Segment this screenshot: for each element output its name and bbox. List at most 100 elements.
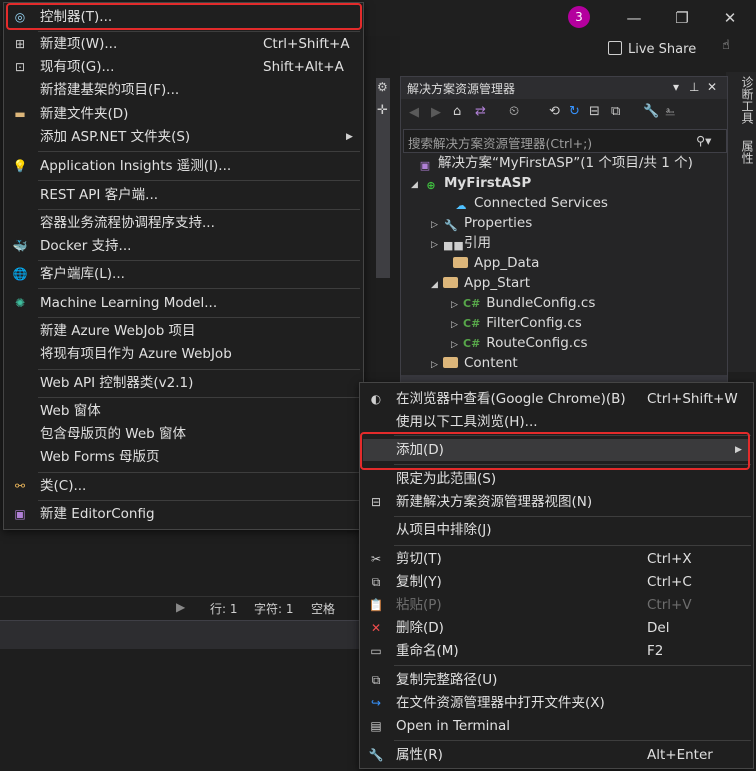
tree-filterconfig[interactable]: ▷ C# FilterConfig.cs xyxy=(451,313,582,333)
rename-icon: ▭ xyxy=(370,644,382,658)
pending-changes-icon[interactable]: ⏲ xyxy=(509,104,519,119)
switch-views-icon[interactable]: ⇄ xyxy=(475,104,486,119)
menu-item-new-folder[interactable]: ▬ 新建文件夹(D) xyxy=(4,103,363,125)
docker-icon: 🐳 xyxy=(12,239,28,253)
new-folder-icon: ▬ xyxy=(14,107,26,121)
menu-item-ml-model[interactable]: ✺ Machine Learning Model... xyxy=(4,292,363,314)
menu-item-open-folder[interactable]: ↪ 在文件资源管理器中打开文件夹(X) xyxy=(360,692,753,714)
collapse-all-icon[interactable]: ⊟ xyxy=(589,104,600,119)
forward-icon[interactable]: ▶ xyxy=(431,105,441,120)
scroll-left-icon[interactable]: ▶ xyxy=(176,600,185,614)
menu-item-existing-webjob[interactable]: 将现有项目作为 Azure WebJob xyxy=(4,343,363,365)
wrench-icon: 🔧 xyxy=(368,748,384,762)
tree-solution[interactable]: ▣ 解决方案“MyFirstASP”(1 个项目/共 1 个) xyxy=(417,153,693,173)
menu-item-view-in-browser[interactable]: ◐ 在浏览器中查看(Google Chrome)(B) Ctrl+Shift+W xyxy=(360,388,753,410)
menu-item-add[interactable]: 添加(D) ▶ xyxy=(363,439,749,461)
home-icon[interactable]: ⌂ xyxy=(453,104,461,119)
split-icon[interactable]: ✛ xyxy=(377,103,388,118)
separator xyxy=(394,665,751,666)
tree-routeconfig[interactable]: ▷ C# RouteConfig.cs xyxy=(451,333,588,353)
menu-item-editorconfig[interactable]: ▣ 新建 EditorConfig xyxy=(4,503,363,525)
menu-item-cut[interactable]: ✂ 剪切(T) Ctrl+X xyxy=(360,548,753,570)
collapsed-arrow-icon[interactable]: ▷ xyxy=(431,355,443,375)
solution-explorer: 解决方案资源管理器 ▾ ⊥ ✕ ◀ ▶ ⌂ ⇄ ⏲ ⟲ ↻ ⊟ ⧉ 🔧 ⎁ 搜索… xyxy=(400,76,728,388)
wrench-icon: 🔧 xyxy=(444,219,458,232)
solution-search-input[interactable]: 搜索解决方案资源管理器(Ctrl+;) ⚲▾ xyxy=(403,129,727,153)
tree-content[interactable]: ▷ Content xyxy=(431,353,518,373)
close-panel-icon[interactable]: ✕ xyxy=(707,80,717,94)
settings-icon[interactable]: ⚙ xyxy=(377,80,388,94)
menu-item-docker[interactable]: 🐳 Docker 支持... xyxy=(4,235,363,257)
tree-references[interactable]: ▷ ■■引用 xyxy=(431,233,491,253)
menu-item-scope[interactable]: 限定为此范围(S) xyxy=(360,468,753,490)
menu-item-controller[interactable]: ◎ 控制器(T)... xyxy=(4,6,363,28)
menu-item-webform[interactable]: Web 窗体 xyxy=(4,400,363,422)
sync-icon[interactable]: ⟲ xyxy=(549,104,560,119)
live-share-button[interactable]: Live Share xyxy=(608,41,696,59)
menu-item-app-insights[interactable]: 💡 Application Insights 遥测(I)... xyxy=(4,155,363,177)
csharp-file-icon: C# xyxy=(463,337,481,350)
scissors-icon: ✂ xyxy=(370,552,382,566)
browser-icon: ◐ xyxy=(370,392,382,406)
menu-item-container[interactable]: 容器业务流程协调程序支持... xyxy=(4,212,363,234)
minimize-icon[interactable]: — xyxy=(624,8,644,28)
menu-item-new-view[interactable]: ⊟ 新建解决方案资源管理器视图(N) xyxy=(360,491,753,513)
menu-item-client-lib[interactable]: 🌐 客户端库(L)... xyxy=(4,263,363,285)
tree-connected-services[interactable]: ☁ Connected Services xyxy=(453,193,608,213)
back-icon[interactable]: ◀ xyxy=(409,105,419,120)
notification-badge[interactable]: 3 xyxy=(568,6,590,28)
properties-wrench-icon[interactable]: 🔧 xyxy=(643,104,659,119)
menu-item-copy[interactable]: ⧉ 复制(Y) Ctrl+C xyxy=(360,571,753,593)
tree-properties[interactable]: ▷ 🔧 Properties xyxy=(431,213,532,233)
menu-item-aspnet-folder[interactable]: 添加 ASP.NET 文件夹(S) ▶ xyxy=(4,126,363,148)
menu-item-new-webjob[interactable]: 新建 Azure WebJob 项目 xyxy=(4,320,363,342)
client-library-icon: 🌐 xyxy=(12,267,28,281)
dropdown-icon[interactable]: ▾ xyxy=(673,80,679,94)
menu-item-properties[interactable]: 🔧 属性(R) Alt+Enter xyxy=(360,744,753,766)
show-all-files-icon[interactable]: ⧉ xyxy=(611,104,620,119)
menu-item-webform-master[interactable]: 包含母版页的 Web 窗体 xyxy=(4,423,363,445)
menu-item-rename[interactable]: ▭ 重命名(M) F2 xyxy=(360,640,753,662)
expanded-arrow-icon[interactable]: ◢ xyxy=(431,275,443,295)
menu-item-open-terminal[interactable]: ▤ Open in Terminal xyxy=(360,715,753,737)
menu-item-class[interactable]: ⚯ 类(C)... xyxy=(4,475,363,497)
tab-diagnostics[interactable]: 诊断工具 xyxy=(726,72,756,128)
separator xyxy=(38,151,360,152)
feedback-icon[interactable]: ☝ xyxy=(722,38,742,58)
tree-app-start[interactable]: ◢ App_Start xyxy=(431,273,530,293)
tree-bundleconfig[interactable]: ▷ C# BundleConfig.cs xyxy=(451,293,595,313)
collapsed-arrow-icon[interactable]: ▷ xyxy=(451,295,463,315)
spaces-indicator[interactable]: 空格 xyxy=(311,600,335,617)
menu-item-scaffold[interactable]: 新搭建基架的项目(F)... xyxy=(4,79,363,101)
search-icon[interactable]: ⚲▾ xyxy=(696,133,711,148)
solution-icon: ▣ xyxy=(419,159,431,172)
menu-item-new-item[interactable]: ⊞ 新建项(W)... Ctrl+Shift+A xyxy=(4,33,363,55)
menu-item-copy-path[interactable]: ⧉ 复制完整路径(U) xyxy=(360,669,753,691)
collapsed-arrow-icon[interactable]: ▷ xyxy=(451,335,463,355)
menu-item-browse-with[interactable]: 使用以下工具浏览(H)... xyxy=(360,411,753,433)
menu-item-rest-client[interactable]: REST API 客户端... xyxy=(4,184,363,206)
collapsed-arrow-icon[interactable]: ▷ xyxy=(431,235,443,255)
tab-properties[interactable]: 属性 xyxy=(726,136,756,168)
close-icon[interactable]: ✕ xyxy=(720,8,740,28)
collapsed-arrow-icon[interactable]: ▷ xyxy=(431,215,443,235)
collapsed-arrow-icon[interactable]: ▷ xyxy=(451,315,463,335)
preview-icon[interactable]: ⎁ xyxy=(665,104,675,119)
tree-project[interactable]: ◢ ⊕ MyFirstASP xyxy=(411,173,531,193)
menu-item-existing-item[interactable]: ⊡ 现有项(G)... Shift+Alt+A xyxy=(4,56,363,78)
pin-icon[interactable]: ⊥ xyxy=(689,80,699,94)
menu-item-master-page[interactable]: Web Forms 母版页 xyxy=(4,446,363,468)
separator xyxy=(38,500,360,501)
menu-item-webapi[interactable]: Web API 控制器类(v2.1) xyxy=(4,372,363,394)
menu-item-exclude[interactable]: 从项目中排除(J) xyxy=(360,519,753,541)
restore-icon[interactable]: ❐ xyxy=(672,8,692,28)
col-indicator[interactable]: 字符: 1 xyxy=(254,600,294,617)
editorconfig-icon: ▣ xyxy=(14,507,26,521)
expanded-arrow-icon[interactable]: ◢ xyxy=(411,175,423,195)
menu-item-delete[interactable]: ✕ 删除(D) Del xyxy=(360,617,753,639)
separator xyxy=(38,317,360,318)
tree-app-data[interactable]: App_Data xyxy=(453,253,539,273)
refresh-icon[interactable]: ↻ xyxy=(569,104,580,119)
line-indicator[interactable]: 行: 1 xyxy=(210,600,238,617)
lightbulb-icon: 💡 xyxy=(12,159,28,173)
